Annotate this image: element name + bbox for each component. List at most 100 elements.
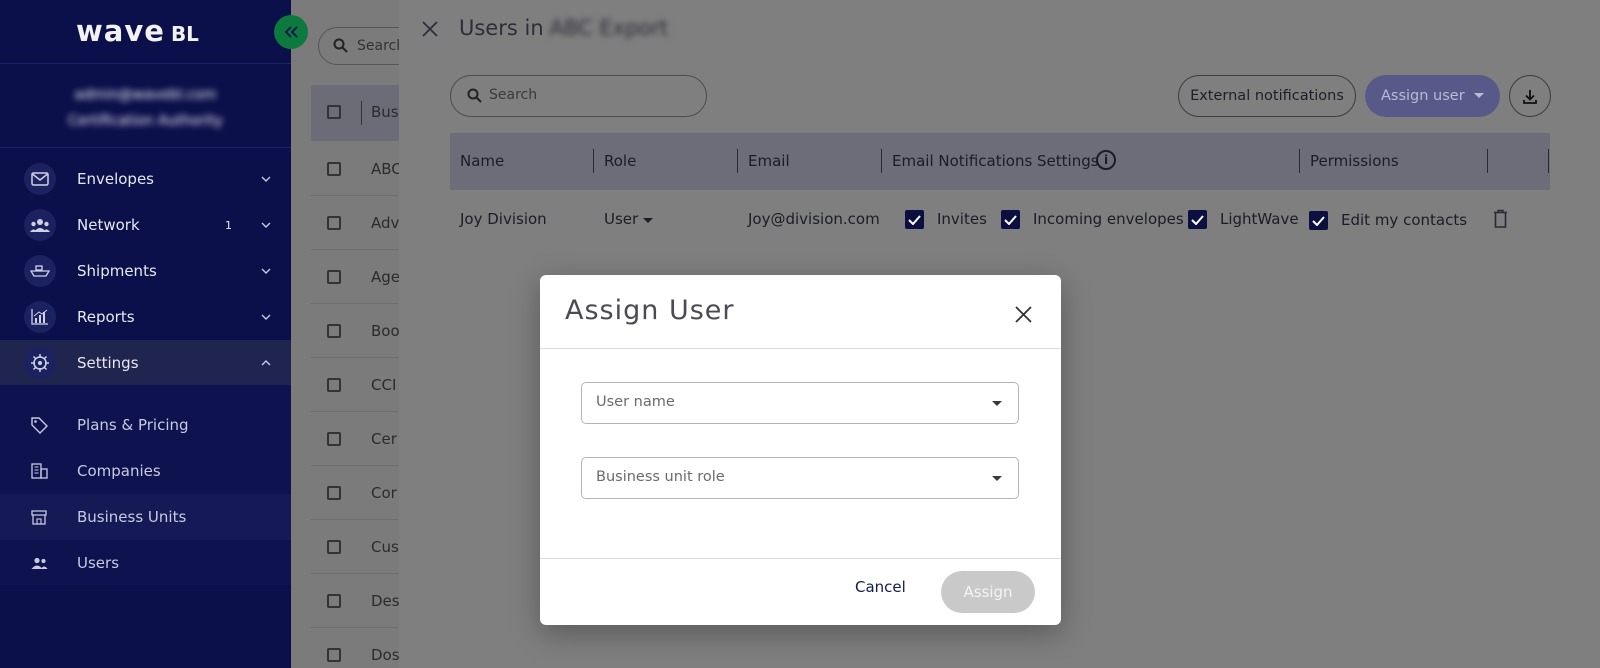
notification-count-badge: 1 bbox=[225, 218, 232, 232]
assign-user-button[interactable]: Assign user bbox=[1365, 75, 1500, 117]
close-dialog-button[interactable] bbox=[1011, 302, 1035, 326]
nav-item-label: Reports bbox=[77, 308, 135, 326]
list-row[interactable]: Cor bbox=[311, 466, 411, 520]
incoming-envelopes-checkbox[interactable] bbox=[1001, 210, 1020, 229]
sidebar-item-label: Users bbox=[77, 554, 120, 572]
nav-item-label: Envelopes bbox=[77, 170, 154, 188]
caret-down-icon[interactable] bbox=[643, 218, 653, 223]
row-checkbox[interactable] bbox=[327, 648, 341, 662]
building-icon bbox=[30, 462, 48, 480]
column-separator[interactable] bbox=[593, 149, 594, 173]
gear-icon bbox=[24, 347, 56, 379]
sidebar-item-companies[interactable]: Companies bbox=[0, 448, 291, 494]
row-text: Cus bbox=[371, 538, 399, 556]
chevron-down-icon bbox=[260, 265, 272, 277]
user-info[interactable]: admin@wavebl.com Certification Authority bbox=[0, 63, 291, 147]
user-name-input[interactable] bbox=[596, 394, 976, 410]
column-separator[interactable] bbox=[1487, 149, 1488, 173]
user-name-select[interactable] bbox=[581, 382, 1019, 424]
row-text: Boo bbox=[371, 322, 400, 340]
close-icon bbox=[422, 21, 438, 37]
wave-bl-logo[interactable]: wave BL bbox=[76, 14, 199, 48]
search-icon bbox=[467, 88, 482, 107]
sidebar-item-label: Companies bbox=[77, 462, 161, 480]
column-separator[interactable] bbox=[1548, 149, 1549, 173]
edit-my-contacts-checkbox[interactable] bbox=[1309, 211, 1328, 230]
user-name-cell: Joy Division bbox=[460, 210, 547, 228]
row-checkbox[interactable] bbox=[327, 270, 341, 284]
nav-item-shipments[interactable]: Shipments bbox=[0, 248, 291, 294]
row-text: Des bbox=[371, 592, 400, 610]
column-header-role[interactable]: Role bbox=[604, 152, 636, 170]
list-row[interactable]: CCI bbox=[311, 358, 411, 412]
row-checkbox[interactable] bbox=[327, 324, 341, 338]
list-row[interactable]: Des bbox=[311, 574, 411, 628]
nav-item-label: Network bbox=[77, 216, 140, 234]
select-all-checkbox[interactable] bbox=[327, 105, 341, 119]
users-icon bbox=[30, 554, 48, 572]
role-select[interactable]: User bbox=[604, 210, 638, 228]
list-header: Bus bbox=[311, 85, 411, 141]
dialog-divider bbox=[540, 348, 1061, 349]
row-checkbox[interactable] bbox=[327, 216, 341, 230]
row-checkbox[interactable] bbox=[327, 432, 341, 446]
business-unit-role-select[interactable] bbox=[581, 457, 1019, 499]
row-checkbox[interactable] bbox=[327, 540, 341, 554]
nav-item-settings[interactable]: Settings bbox=[0, 340, 291, 386]
table-row: Joy Division User Joy@division.com Invit… bbox=[450, 190, 1550, 247]
business-unit-role-input[interactable] bbox=[596, 469, 976, 485]
invites-checkbox[interactable] bbox=[905, 210, 924, 229]
drawer-title-prefix: Users in bbox=[459, 16, 544, 40]
checkbox-label: LightWave bbox=[1220, 210, 1299, 228]
sidebar-item-plans-pricing[interactable]: Plans & Pricing bbox=[0, 402, 291, 448]
column-separator[interactable] bbox=[1299, 149, 1300, 173]
row-checkbox[interactable] bbox=[327, 162, 341, 176]
column-header: Bus bbox=[371, 103, 399, 121]
nav-item-reports[interactable]: Reports bbox=[0, 294, 291, 340]
list-row[interactable]: Dos bbox=[311, 628, 411, 668]
sidebar-item-business-units[interactable]: Business Units bbox=[0, 494, 291, 540]
users-search-field[interactable] bbox=[450, 75, 707, 117]
info-icon[interactable]: i bbox=[1096, 150, 1116, 170]
search-placeholder: Search bbox=[357, 38, 406, 54]
list-row[interactable]: Cus bbox=[311, 520, 411, 574]
search-icon bbox=[333, 38, 348, 57]
nav-item-network[interactable]: Network 1 bbox=[0, 202, 291, 248]
collapse-sidebar-button[interactable] bbox=[274, 15, 308, 49]
list-row[interactable]: Cer bbox=[311, 412, 411, 466]
download-button[interactable] bbox=[1509, 75, 1551, 117]
list-row[interactable]: ABC bbox=[311, 142, 411, 196]
close-icon bbox=[1014, 305, 1032, 323]
nav-item-envelopes[interactable]: Envelopes bbox=[0, 156, 291, 202]
logo-suffix: BL bbox=[170, 22, 199, 46]
delete-user-button[interactable] bbox=[1493, 209, 1508, 228]
column-separator[interactable] bbox=[881, 149, 882, 173]
business-units-list: Search Bus ABC Adv Age Boo CCI Cer Cor C… bbox=[291, 0, 438, 668]
column-header-name[interactable]: Name bbox=[460, 152, 504, 170]
nav-item-label: Settings bbox=[77, 354, 139, 372]
external-notifications-button[interactable]: External notifications bbox=[1178, 75, 1356, 117]
list-row[interactable]: Boo bbox=[311, 304, 411, 358]
checkbox-label: Edit my contacts bbox=[1341, 211, 1468, 229]
close-drawer-button[interactable] bbox=[419, 18, 441, 40]
column-header-email-notifications[interactable]: Email Notifications Settings bbox=[892, 152, 1099, 170]
sidebar-item-users[interactable]: Users bbox=[0, 540, 291, 586]
lightwave-checkbox[interactable] bbox=[1188, 210, 1207, 229]
caret-down-icon[interactable] bbox=[992, 401, 1002, 406]
assign-user-label: Assign user bbox=[1381, 88, 1465, 104]
row-checkbox[interactable] bbox=[327, 378, 341, 392]
row-text: Cor bbox=[371, 484, 397, 502]
caret-down-icon[interactable] bbox=[992, 476, 1002, 481]
assign-button[interactable]: Assign bbox=[941, 571, 1035, 613]
list-row[interactable]: Age bbox=[311, 250, 411, 304]
row-checkbox[interactable] bbox=[327, 486, 341, 500]
column-header-email[interactable]: Email bbox=[748, 152, 790, 170]
header-separator bbox=[361, 101, 362, 125]
sidebar: wave BL admin@wavebl.com Certification Au… bbox=[0, 0, 291, 668]
row-checkbox[interactable] bbox=[327, 594, 341, 608]
column-header-permissions[interactable]: Permissions bbox=[1310, 152, 1399, 170]
users-search-input[interactable] bbox=[489, 87, 689, 103]
column-separator[interactable] bbox=[737, 149, 738, 173]
list-row[interactable]: Adv bbox=[311, 196, 411, 250]
cancel-button[interactable]: Cancel bbox=[855, 578, 906, 596]
